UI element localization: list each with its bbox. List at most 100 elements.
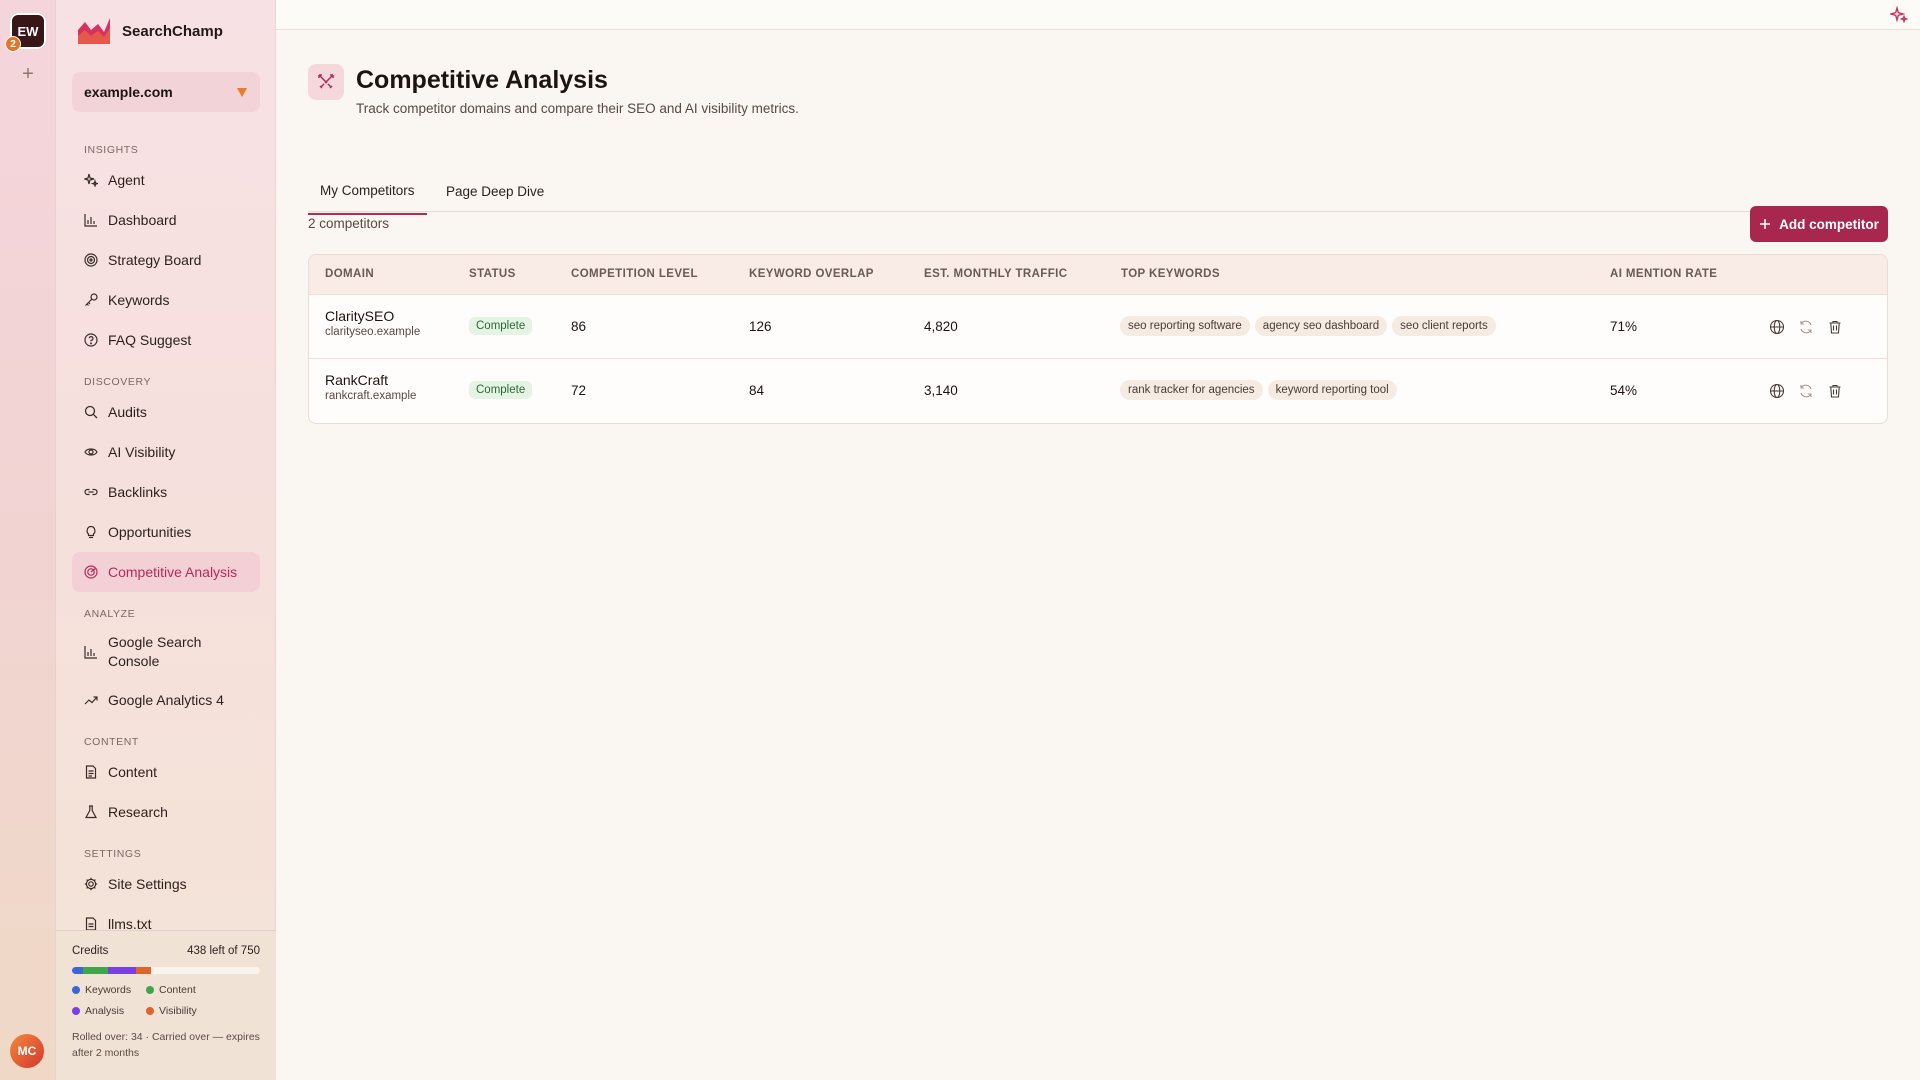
sidebar: SearchChamp example.com INSIGHTS Agent D… xyxy=(56,0,276,1080)
sidebar-item-site-settings[interactable]: Site Settings xyxy=(72,864,260,904)
lightbulb-icon xyxy=(86,525,96,539)
sidebar-item-competitive-analysis[interactable]: Competitive Analysis xyxy=(72,552,260,592)
brand[interactable]: SearchChamp xyxy=(76,14,223,48)
tab-page-deep-dive[interactable]: Page Deep Dive xyxy=(434,184,556,218)
sidebar-item-dashboard[interactable]: Dashboard xyxy=(72,200,260,240)
refresh-icon[interactable] xyxy=(1798,319,1814,335)
keyword-chip: agency seo dashboard xyxy=(1254,316,1388,336)
sidebar-item-label: Research xyxy=(108,804,168,820)
sidebar-item-content[interactable]: Content xyxy=(72,752,260,792)
keyword-chip: rank tracker for agencies xyxy=(1120,380,1263,400)
help-circle-icon xyxy=(84,333,98,347)
page-subtitle: Track competitor domains and compare the… xyxy=(356,101,799,116)
sparkles-icon xyxy=(84,173,98,187)
competitors-table: DOMAIN STATUS COMPETITION LEVEL KEYWORD … xyxy=(308,254,1888,424)
nav-section-settings: SETTINGS xyxy=(84,848,142,860)
bar-chart-icon xyxy=(84,646,97,659)
top-bar xyxy=(276,0,1920,30)
sidebar-nav[interactable]: INSIGHTS Agent Dashboard Strategy Board … xyxy=(56,134,276,930)
plus-icon xyxy=(1760,219,1771,229)
sidebar-item-faq-suggest[interactable]: FAQ Suggest xyxy=(72,320,260,360)
competitor-domain: rankcraft.example xyxy=(325,390,417,402)
sidebar-item-label: Content xyxy=(108,764,158,780)
sidebar-item-agent[interactable]: Agent xyxy=(72,160,260,200)
credits-rollover-note: Rolled over: 34 · Carried over — expires… xyxy=(72,1031,260,1059)
trash-icon[interactable] xyxy=(1827,383,1843,399)
add-workspace-button[interactable]: + xyxy=(18,64,38,84)
nav-section-insights: INSIGHTS xyxy=(84,144,139,156)
top-keywords: seo reporting software agency seo dashbo… xyxy=(1120,316,1496,336)
header-top-keywords[interactable]: TOP KEYWORDS xyxy=(1121,268,1220,280)
tab-my-competitors[interactable]: My Competitors xyxy=(308,183,427,215)
user-avatar[interactable]: MC xyxy=(10,1034,44,1068)
credits-usage-bar xyxy=(72,967,260,974)
header-status[interactable]: STATUS xyxy=(469,268,516,280)
row-actions xyxy=(1769,319,1843,335)
sidebar-item-label: Strategy Board xyxy=(108,252,202,268)
legend-analysis: Analysis xyxy=(72,1005,146,1017)
flask-icon xyxy=(84,805,98,819)
add-competitor-button[interactable]: Add competitor xyxy=(1750,206,1888,242)
sparkles-icon[interactable] xyxy=(1890,6,1908,24)
nav-section-analyze: ANALYZE xyxy=(84,608,136,620)
sidebar-item-label: Google Search Console xyxy=(108,634,202,669)
competitor-name: ClaritySEO xyxy=(325,308,395,324)
sidebar-item-label: Opportunities xyxy=(108,524,192,540)
brand-name: SearchChamp xyxy=(122,22,223,40)
globe-icon[interactable] xyxy=(1769,383,1785,399)
sidebar-item-label: Dashboard xyxy=(108,212,177,228)
legend-visibility: Visibility xyxy=(146,1005,236,1017)
competition-level: 72 xyxy=(571,383,587,398)
sidebar-item-keywords[interactable]: Keywords xyxy=(72,280,260,320)
gear-icon xyxy=(84,877,98,891)
key-icon xyxy=(85,293,98,306)
credits-segment-keywords xyxy=(72,967,84,974)
nav-section-discovery: DISCOVERY xyxy=(84,376,152,388)
monthly-traffic: 4,820 xyxy=(924,319,958,334)
globe-icon[interactable] xyxy=(1769,319,1785,335)
sidebar-item-strategy-board[interactable]: Strategy Board xyxy=(72,240,260,280)
table-row[interactable]: RankCraft rankcraft.example Complete 72 … xyxy=(309,359,1887,423)
sidebar-item-label: llms.txt xyxy=(108,916,152,930)
sidebar-item-ai-visibility[interactable]: AI Visibility xyxy=(72,432,260,472)
site-selector[interactable]: example.com xyxy=(72,72,260,112)
trending-up-icon xyxy=(84,696,98,705)
legend-content: Content xyxy=(146,984,236,996)
target-icon xyxy=(84,253,98,267)
main-content: Competitive Analysis Track competitor do… xyxy=(276,30,1920,1080)
file-icon xyxy=(85,917,97,930)
row-actions xyxy=(1769,383,1843,399)
sidebar-item-google-search-console[interactable]: Google Search Console xyxy=(72,624,260,680)
workspace-count-badge: 2 xyxy=(5,36,21,52)
brand-logo-icon xyxy=(78,18,110,44)
credits-segment-visibility xyxy=(135,967,151,974)
competitor-name: RankCraft xyxy=(325,372,389,388)
header-monthly-traffic[interactable]: EST. MONTHLY TRAFFIC xyxy=(924,268,1067,280)
sidebar-item-opportunities[interactable]: Opportunities xyxy=(72,512,260,552)
sidebar-item-research[interactable]: Research xyxy=(72,792,260,832)
header-domain[interactable]: DOMAIN xyxy=(325,268,374,280)
table-header: DOMAIN STATUS COMPETITION LEVEL KEYWORD … xyxy=(309,255,1887,295)
sidebar-item-backlinks[interactable]: Backlinks xyxy=(72,472,260,512)
link-icon xyxy=(84,488,98,496)
header-keyword-overlap[interactable]: KEYWORD OVERLAP xyxy=(749,268,874,280)
header-competition-level[interactable]: COMPETITION LEVEL xyxy=(571,268,698,280)
search-icon xyxy=(84,405,98,419)
competitor-domain: clarityseo.example xyxy=(325,326,421,338)
credits-panel: Credits 438 left of 750 Keywords Content… xyxy=(56,930,276,1080)
page-icon xyxy=(308,64,344,100)
sidebar-item-label: Agent xyxy=(108,172,145,188)
monthly-traffic: 3,140 xyxy=(924,383,958,398)
keyword-overlap: 126 xyxy=(749,319,772,334)
header-ai-mention-rate[interactable]: AI MENTION RATE xyxy=(1610,268,1717,280)
table-row[interactable]: ClaritySEO clarityseo.example Complete 8… xyxy=(309,295,1887,359)
ai-mention-rate: 71% xyxy=(1610,319,1638,334)
sidebar-item-llms-txt[interactable]: llms.txt xyxy=(72,904,260,930)
refresh-icon[interactable] xyxy=(1798,383,1814,399)
tab-bar: My Competitors Page Deep Dive xyxy=(308,148,1888,215)
sidebar-item-audits[interactable]: Audits xyxy=(72,392,260,432)
sidebar-item-label: Backlinks xyxy=(108,484,168,500)
sidebar-item-google-analytics[interactable]: Google Analytics 4 xyxy=(72,680,260,720)
trash-icon[interactable] xyxy=(1827,319,1843,335)
competition-level: 86 xyxy=(571,319,587,334)
